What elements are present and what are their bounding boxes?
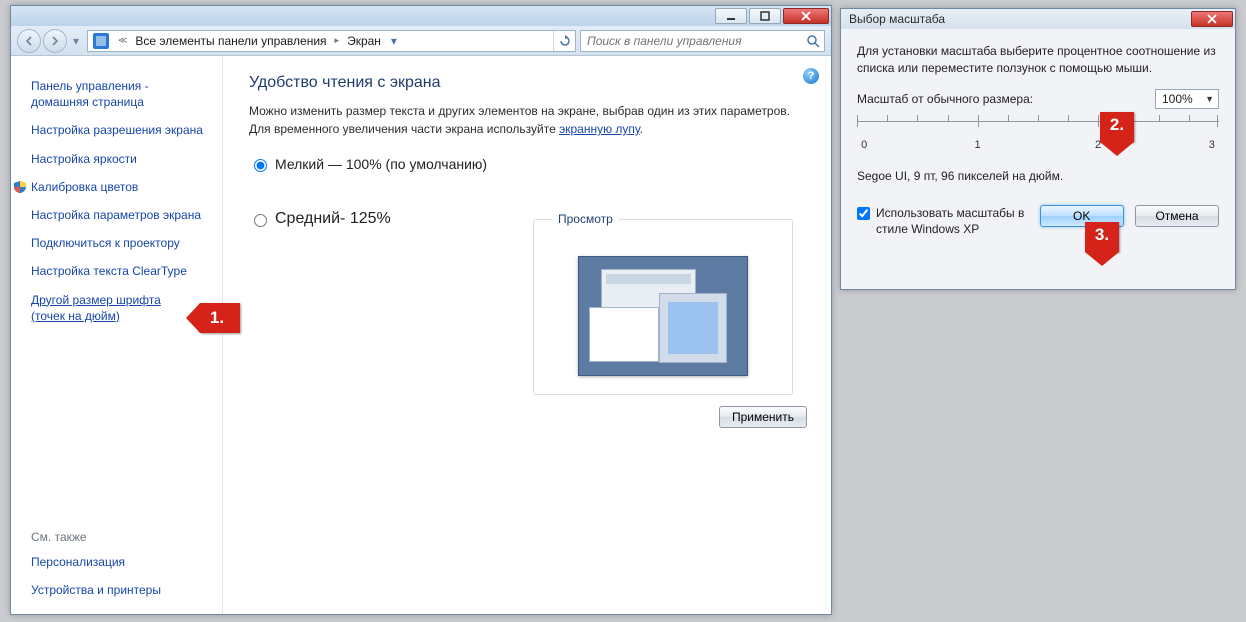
apply-button[interactable]: Применить <box>719 406 807 428</box>
radio-medium-label: Средний- 125% <box>275 210 391 228</box>
shield-icon <box>13 180 27 194</box>
callout-1: 1. <box>200 303 240 333</box>
sidebar-item-cleartype[interactable]: Настройка текста ClearType <box>31 263 212 279</box>
breadcrumb-root[interactable]: Все элементы панели управления <box>131 34 330 48</box>
ruler-tick-label: 3 <box>1209 139 1215 151</box>
font-sample-text: Segoe UI, 9 пт, 96 пикселей на дюйм. <box>857 169 1219 183</box>
dialog-close-button[interactable] <box>1191 11 1233 27</box>
address-box[interactable]: ≪ Все элементы панели управления ▸ Экран… <box>87 30 576 52</box>
nav-history-dropdown[interactable]: ▾ <box>69 29 83 53</box>
search-box[interactable] <box>580 30 825 52</box>
sidebar-item-brightness[interactable]: Настройка яркости <box>31 151 212 167</box>
content-pane: ? Удобство чтения с экрана Можно изменит… <box>223 56 831 614</box>
sidebar-home-line2: домашняя страница <box>31 95 144 109</box>
callout-3: 3. <box>1085 222 1119 252</box>
titlebar <box>11 6 831 26</box>
preview-thumbnail <box>578 256 748 376</box>
breadcrumb-sep-icon: ≪ <box>114 35 131 46</box>
callout-label: 1. <box>204 308 230 328</box>
refresh-button[interactable] <box>553 31 575 51</box>
xp-scaling-checkbox[interactable] <box>857 207 870 220</box>
dialog-titlebar: Выбор масштаба <box>841 9 1235 29</box>
ruler-tick-label: 0 <box>861 139 867 151</box>
callout-2: 2. <box>1100 112 1134 142</box>
sidebar-item-label: Другой размер шрифта <box>31 293 161 307</box>
sidebar-home-line1: Панель управления - <box>31 79 149 93</box>
preview-legend: Просмотр <box>552 212 619 226</box>
dpi-dialog-window: Выбор масштаба Для установки масштаба вы… <box>840 8 1236 290</box>
sidebar-item-display-settings[interactable]: Настройка параметров экрана <box>31 207 212 223</box>
magnifier-link[interactable]: экранную лупу <box>559 122 640 136</box>
callout-label: 2. <box>1104 115 1130 135</box>
search-input[interactable] <box>585 33 806 49</box>
breadcrumb-arrow-icon: ▸ <box>331 35 344 46</box>
see-also-personalization[interactable]: Персонализация <box>31 554 212 570</box>
sidebar-item-calibrate-color[interactable]: Калибровка цветов <box>31 179 212 195</box>
side-nav: Панель управления - домашняя страница На… <box>11 56 223 614</box>
dialog-title: Выбор масштаба <box>849 12 1189 26</box>
chevron-down-icon: ▼ <box>1205 94 1214 104</box>
scale-label: Масштаб от обычного размера: <box>857 92 1155 106</box>
desc-text-after: . <box>640 122 643 136</box>
scale-value: 100% <box>1162 92 1193 106</box>
page-title: Удобство чтения с экрана <box>249 74 811 92</box>
sidebar-item-projector[interactable]: Подключиться к проектору <box>31 235 212 251</box>
nav-back-button[interactable] <box>17 29 41 53</box>
sidebar-item-resolution[interactable]: Настройка разрешения экрана <box>31 122 212 138</box>
desc-text: Можно изменить размер текста и других эл… <box>249 104 790 136</box>
sidebar-item-label: (точек на дюйм) <box>31 309 120 323</box>
cancel-button[interactable]: Отмена <box>1135 205 1219 227</box>
sidebar-item-custom-dpi[interactable]: Другой размер шрифта (точек на дюйм) <box>31 292 212 324</box>
search-icon[interactable] <box>806 34 820 48</box>
scale-combobox[interactable]: 100% ▼ <box>1155 89 1219 109</box>
see-also-devices[interactable]: Устройства и принтеры <box>31 582 212 598</box>
radio-small-label: Мелкий — 100% (по умолчанию) <box>275 156 487 172</box>
scale-ruler[interactable]: 0 1 2 3 <box>857 115 1219 159</box>
ruler-tick-label: 1 <box>974 139 980 151</box>
nav-forward-button[interactable] <box>43 29 67 53</box>
close-button[interactable] <box>783 8 829 24</box>
help-icon[interactable]: ? <box>803 68 819 84</box>
minimize-button[interactable] <box>715 8 747 24</box>
sidebar-item-label: Калибровка цветов <box>31 180 138 194</box>
breadcrumb-leaf[interactable]: Экран <box>343 34 385 48</box>
address-bar-row: ▾ ≪ Все элементы панели управления ▸ Экр… <box>11 26 831 56</box>
breadcrumb-reveal-button[interactable]: ▾ <box>385 34 403 48</box>
control-panel-icon <box>93 33 109 49</box>
dialog-instructions: Для установки масштаба выберите процентн… <box>857 43 1219 77</box>
preview-group: Просмотр <box>533 212 793 395</box>
sidebar-home[interactable]: Панель управления - домашняя страница <box>31 78 212 110</box>
page-description: Можно изменить размер текста и других эл… <box>249 102 809 138</box>
size-option-small[interactable]: Мелкий — 100% (по умолчанию) <box>249 156 811 172</box>
xp-scaling-checkbox-row[interactable]: Использовать масштабы в стиле Windows XP <box>857 205 1032 237</box>
xp-scaling-label: Использовать масштабы в стиле Windows XP <box>876 205 1032 237</box>
radio-small[interactable] <box>254 159 267 172</box>
radio-medium[interactable] <box>254 214 267 227</box>
maximize-button[interactable] <box>749 8 781 24</box>
callout-label: 3. <box>1089 225 1115 245</box>
see-also-heading: См. также <box>31 530 212 544</box>
control-panel-window: ▾ ≪ Все элементы панели управления ▸ Экр… <box>10 5 832 615</box>
